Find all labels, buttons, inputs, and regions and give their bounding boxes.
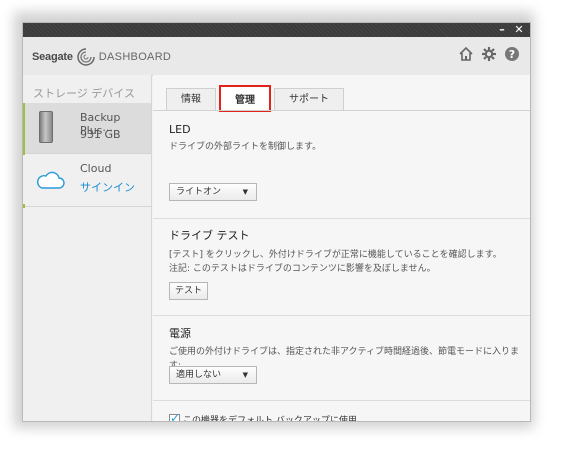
dropdown-arrow-icon: ▼ (242, 371, 248, 379)
sidebar-item-cloud[interactable]: Cloud サインイン (23, 154, 151, 206)
led-dropdown[interactable]: ライトオン ▼ (169, 183, 257, 201)
device-capacity: 931 GB (80, 128, 121, 141)
section-divider (153, 400, 530, 401)
drive-test-title: ドライブ テスト (169, 229, 250, 242)
cloud-icon (36, 171, 65, 189)
svg-text:?: ? (509, 48, 515, 61)
gear-icon[interactable] (481, 46, 497, 62)
product-name: DASHBOARD (98, 51, 172, 63)
led-dropdown-value: ライトオン (176, 187, 222, 197)
sidebar-title: ストレージ デバイス (33, 87, 135, 100)
cloud-signin-link[interactable]: サインイン (80, 179, 135, 195)
seagate-logo-icon (77, 48, 95, 66)
power-dropdown-value: 適用しない (176, 370, 222, 380)
title-bar[interactable]: – ✕ (23, 23, 530, 37)
checkmark-icon: ✓ (170, 411, 181, 422)
default-backup-option[interactable]: ✓ この機器をデフォルト バックアップに使用 (169, 411, 357, 422)
dropdown-arrow-icon: ▼ (242, 188, 248, 196)
drive-test-section: ドライブ テスト [テスト] をクリックし、外付けドライブが正常に機能しているこ… (169, 227, 502, 276)
section-divider (153, 315, 530, 316)
dashboard-window: – ✕ Seagate DASHBOARD ? ストレージ デバイス Backu… (22, 22, 531, 422)
cloud-name: Cloud (80, 162, 112, 175)
help-icon[interactable]: ? (504, 46, 520, 62)
sidebar: ストレージ デバイス Backup Plus··· 931 GB Cloud サ… (23, 75, 152, 421)
power-dropdown[interactable]: 適用しない ▼ (169, 366, 257, 384)
home-icon[interactable] (458, 46, 474, 62)
external-drive-icon (39, 111, 53, 143)
power-title: 電源 (169, 327, 191, 340)
sidebar-accent-mark (23, 151, 25, 155)
tab-info[interactable]: 情報 (166, 88, 216, 110)
default-backup-label: この機器をデフォルト バックアップに使用 (183, 416, 357, 422)
led-title: LED (169, 123, 191, 136)
section-divider (153, 218, 530, 219)
brand-logo: Seagate DASHBOARD (32, 47, 171, 67)
app-header: Seagate DASHBOARD ? (23, 37, 530, 76)
default-backup-checkbox[interactable]: ✓ (169, 411, 181, 422)
led-section: LED ドライブの外部ライトを制御します。 (169, 123, 321, 154)
brand-name: Seagate (32, 51, 73, 63)
sidebar-item-backup-plus[interactable]: Backup Plus··· 931 GB (23, 103, 151, 153)
led-description: ドライブの外部ライトを制御します。 (169, 142, 322, 152)
tab-underline (153, 110, 530, 111)
sidebar-divider (23, 206, 151, 207)
drive-test-note: 注記: このテストはドライブのコンテンツに影響を及ぼしません。 (169, 264, 436, 274)
drive-test-description: [テスト] をクリックし、外付けドライブが正常に機能していることを確認します。 (169, 250, 502, 260)
sidebar-accent-mark (23, 204, 25, 208)
minimize-button[interactable]: – (494, 23, 510, 37)
test-button[interactable]: テスト (169, 282, 209, 300)
close-button[interactable]: ✕ (511, 23, 527, 37)
tab-manage[interactable]: 管理 (219, 85, 271, 112)
tab-support[interactable]: サポート (274, 88, 344, 110)
main-panel: 情報 管理 サポート LED ドライブの外部ライトを制御します。 ライトオン ▼… (153, 75, 530, 422)
